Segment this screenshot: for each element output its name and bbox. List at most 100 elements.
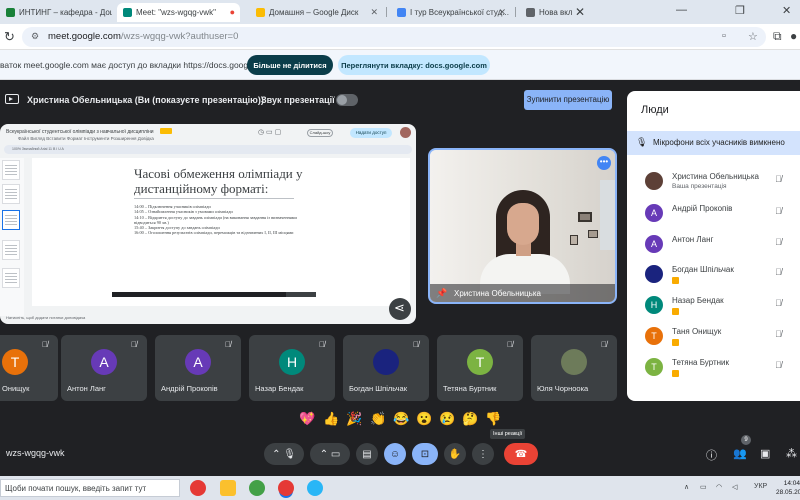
sad-reaction-icon[interactable]: 😢 <box>439 411 455 427</box>
participant-tile[interactable]: 🎙̸ Юля Чорноока <box>531 335 617 401</box>
participant-tile[interactable]: Т 🎙̸ Тетяна Буртник <box>437 335 523 401</box>
switch-to-tab-button[interactable]: Переглянути вкладку: docs.google.com <box>338 55 490 75</box>
maximize-icon[interactable]: ❐ <box>735 4 745 17</box>
camera-indicator-icon[interactable]: ▫ <box>722 30 726 42</box>
profile-icon[interactable]: ● <box>790 29 797 43</box>
slide-thumbnail-selected <box>2 210 20 230</box>
address-bar[interactable]: ⚙ meet.google.com/wzs-wgqg-vwk?authuser=… <box>22 27 766 47</box>
slide-heading: Часові обмеження олімпіади у дистанційно… <box>134 166 303 196</box>
browser-tab-olympiad[interactable]: І тур Всеукраїнської студ... ✕ <box>391 3 511 22</box>
camera-button[interactable]: ⌃ ▭ <box>310 443 350 465</box>
leave-call-button[interactable]: ☎ <box>504 443 538 465</box>
telegram-icon[interactable] <box>307 480 323 496</box>
party-reaction-icon[interactable]: 🎉 <box>346 411 362 427</box>
participant-tile[interactable]: А 🎙̸ Андрій Прокопів <box>155 335 241 401</box>
avatar <box>373 349 399 375</box>
wifi-icon[interactable]: ◠ <box>716 483 722 491</box>
close-tab-icon[interactable]: ✕ <box>498 7 506 18</box>
presentation-sound-toggle[interactable] <box>336 94 358 106</box>
raised-hand-icon <box>672 339 679 346</box>
chrome-icon[interactable] <box>249 480 265 496</box>
network-icon[interactable]: ▭ <box>700 483 707 491</box>
clap-reaction-icon[interactable]: 👏 <box>370 411 386 427</box>
recording-dot-icon: ● <box>229 7 235 17</box>
chrome-active-icon[interactable] <box>278 480 294 496</box>
microphone-button[interactable]: ⌃ 🎙 <box>264 443 304 465</box>
share-icon[interactable] <box>389 298 411 320</box>
site-info-icon[interactable]: ⚙ <box>31 31 39 42</box>
browser-tab-1[interactable]: ИНТИНГ – кафедра - Дошк... <box>0 3 112 22</box>
url-text: meet.google.com/wzs-wgqg-vwk?authuser=0 <box>48 31 239 42</box>
people-count-badge: 9 <box>741 435 751 445</box>
new-tab-icon[interactable]: ✕ <box>575 5 585 19</box>
reactions-button[interactable]: ☺ <box>384 443 406 465</box>
browser-toolbar: ↻ ⚙ meet.google.com/wzs-wgqg-vwk?authuse… <box>0 24 800 50</box>
thinking-reaction-icon[interactable]: 🤔 <box>462 411 478 427</box>
present-screen-icon <box>5 94 19 104</box>
stop-sharing-button[interactable]: Більше не ділитися <box>247 55 333 75</box>
windows-taskbar: Щоби почати пошук, введіть запит тут ∧ ▭… <box>0 476 800 500</box>
file-explorer-icon[interactable] <box>220 480 236 496</box>
person-row[interactable]: Христина Обельницька Ваша презентація 🎙̸ <box>627 167 800 197</box>
taskbar-search[interactable]: Щоби почати пошук, введіть запит тут <box>0 479 180 497</box>
tray-arrow-icon[interactable]: ∧ <box>684 483 689 491</box>
doc-share-button: Надати доступ <box>350 128 392 138</box>
raise-hand-button[interactable]: ✋ <box>444 443 466 465</box>
person-row[interactable]: Т Тетяна Буртник 🎙̸ <box>627 353 800 383</box>
present-button[interactable]: ⊡ <box>412 443 438 465</box>
browser-tab-newtab[interactable]: Нова вкладка <box>520 3 572 22</box>
people-icon[interactable]: 👥 <box>733 447 747 460</box>
mic-off-icon: 🎙 <box>636 137 648 147</box>
mic-off-icon[interactable]: 🎙̸ <box>775 206 782 216</box>
browser-tab-drive[interactable]: Домашня – Google Диск ✕ <box>250 3 383 22</box>
person-row[interactable]: А Антон Ланг 🎙̸ <box>627 230 800 260</box>
bookmark-star-icon[interactable]: ☆ <box>748 30 758 43</box>
mic-off-icon[interactable]: 🎙̸ <box>775 174 782 184</box>
mic-off-icon[interactable]: 🎙̸ <box>775 298 782 308</box>
participant-tile[interactable]: Н 🎙̸ Назар Бендак <box>249 335 335 401</box>
mic-off-icon[interactable]: 🎙̸ <box>775 360 782 370</box>
participant-tile[interactable]: А 🎙̸ Антон Ланг <box>61 335 147 401</box>
chat-icon[interactable]: ▣ <box>760 447 770 460</box>
heart-reaction-icon[interactable]: 💖 <box>299 411 315 427</box>
pin-icon[interactable]: 📌 <box>436 288 447 299</box>
close-window-icon[interactable]: ✕ <box>782 4 791 17</box>
person-row[interactable]: Н Назар Бендак 🎙̸ <box>627 291 800 321</box>
surprised-reaction-icon[interactable]: 😮 <box>416 411 432 427</box>
participant-tile[interactable]: 🎙̸ Богдан Шпільчак <box>343 335 429 401</box>
activities-icon[interactable]: ⁂ <box>786 447 797 460</box>
avatar: Т <box>467 349 493 375</box>
close-tab-icon[interactable]: ✕ <box>370 7 378 18</box>
participant-name: Онищук <box>2 384 30 393</box>
mic-off-icon[interactable]: 🎙̸ <box>775 237 782 247</box>
people-panel: Люди 🎙 Мікрофони всіх учасників вимкнено… <box>627 91 800 401</box>
participant-tile[interactable]: Т 🎙̸ Онищук <box>0 335 58 401</box>
laugh-reaction-icon[interactable]: 😂 <box>393 411 409 427</box>
meeting-code: wzs-wgqg-vwk <box>6 448 65 458</box>
minimize-icon[interactable]: — <box>676 4 687 16</box>
thumbs-down-reaction-icon[interactable]: 👎 <box>485 411 501 427</box>
reload-icon[interactable]: ↻ <box>4 29 15 45</box>
person-row[interactable]: А Андрій Прокопів 🎙̸ <box>627 199 800 229</box>
captions-button[interactable]: ▤ <box>356 443 378 465</box>
taskbar-clock[interactable]: 14:04 28.05.20 <box>776 479 800 497</box>
presenter-video-tile[interactable]: ••• 📌 Христина Обельницька <box>428 148 617 304</box>
meeting-details-icon[interactable]: ⓘ <box>706 447 717 463</box>
stop-presenting-button[interactable]: Зупинити презентацію <box>524 90 612 110</box>
mic-off-icon[interactable]: 🎙̸ <box>775 267 782 277</box>
more-options-button[interactable]: ⋮ <box>472 443 494 465</box>
person-row[interactable]: Т Таня Онищук 🎙̸ <box>627 322 800 352</box>
more-options-icon[interactable]: ••• <box>597 156 611 170</box>
tab-label: Домашня – Google Диск <box>269 8 359 17</box>
person-name: Богдан Шпільчак <box>672 265 734 274</box>
mic-off-icon[interactable]: 🎙̸ <box>775 329 782 339</box>
browser-tab-meet[interactable]: Meet: "wzs-wgqg-vwk" ● <box>117 3 240 22</box>
present-icon: ⊡ <box>420 448 430 460</box>
volume-icon[interactable]: ◁ <box>732 483 737 491</box>
language-indicator[interactable]: УКР <box>754 483 767 490</box>
thumbs-up-reaction-icon[interactable]: 👍 <box>323 411 339 427</box>
extensions-icon[interactable]: ⧉ <box>773 29 782 44</box>
person-row[interactable]: Богдан Шпільчак 🎙̸ <box>627 260 800 290</box>
opera-icon[interactable] <box>190 480 206 496</box>
raised-hand-icon <box>672 308 679 315</box>
